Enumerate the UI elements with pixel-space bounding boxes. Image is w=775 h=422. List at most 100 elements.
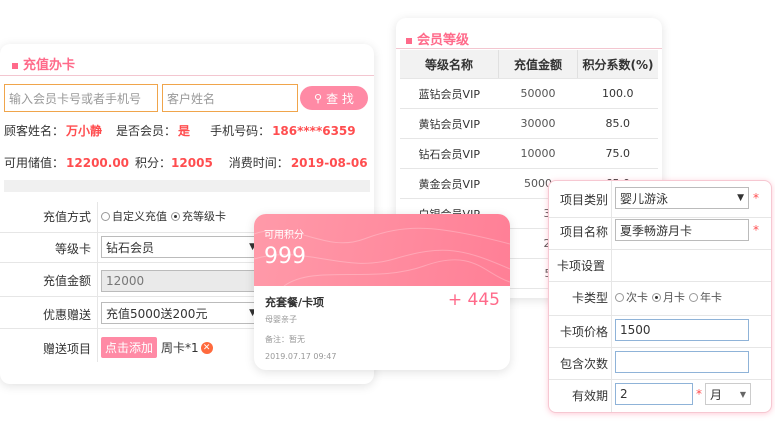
levels-panel-header: 会员等级 [406, 29, 469, 48]
category-select[interactable]: 婴儿游泳 ▼ [615, 187, 749, 209]
is-member-label: 是否会员： [116, 124, 177, 138]
card-type-option-year: 年卡 [700, 291, 722, 304]
category-select-value: 婴儿游泳 [620, 191, 669, 206]
points-item-time: 2019.07.17 09:47 [265, 352, 337, 361]
balance-value: 12200.00 [66, 155, 130, 170]
header-dot-icon [406, 37, 412, 44]
form-line [549, 347, 771, 348]
points-item-title: 充套餐/卡项 [265, 296, 325, 309]
search-button-label: 查 找 [326, 91, 354, 106]
column-header: 积分系数(%) [577, 50, 658, 79]
customer-info-row: 顾客姓名： 万小静 是否会员： 是 手机号码： 186****6359 [4, 122, 356, 139]
validity-label: 有效期 [571, 389, 608, 403]
customer-name-label: 顾客姓名： [4, 124, 65, 138]
method-radio-custom[interactable] [101, 211, 110, 221]
level-ratio-cell: 75.0 [577, 138, 658, 169]
levels-title: 会员等级 [417, 33, 470, 48]
is-member-value: 是 [178, 124, 191, 138]
points-card[interactable]: 可用积分 999 充套餐/卡项 + 445 母婴亲子 备注：暂无 2019.07… [254, 214, 510, 370]
level-amount-cell: 10000 [498, 138, 578, 169]
level-ratio-cell: 85.0 [577, 108, 658, 139]
level-name-cell: 黄钻会员VIP [400, 108, 499, 139]
card-type-radio-month[interactable] [652, 292, 661, 302]
method-radio-level[interactable] [171, 211, 180, 221]
item-name-label: 项目名称 [559, 225, 608, 239]
required-mark: * [753, 223, 759, 237]
points-item-subtitle: 母婴亲子 [265, 315, 297, 324]
search-button[interactable]: ⚲ 查 找 [300, 86, 368, 110]
card-price-label: 卡项价格 [559, 325, 608, 339]
form-column-divider [611, 181, 612, 412]
table-row[interactable]: 钻石会员VIP 10000 75.0 [400, 138, 658, 169]
item-name-input[interactable]: 夏季畅游月卡 [615, 219, 749, 241]
item-form-panel: 项目类别 婴儿游泳 ▼ * 项目名称 夏季畅游月卡 * 卡项设置 卡类型 次卡 月… [548, 180, 772, 413]
gift-select[interactable]: 充值5000送200元 ▼ [101, 302, 261, 324]
form-line [549, 281, 771, 282]
card-settings-section: 卡项设置 [557, 259, 606, 273]
required-mark: * [696, 387, 702, 401]
count-label: 包含次数 [559, 357, 608, 371]
bonus-item: 周卡*1 [161, 341, 199, 355]
level-amount-cell: 50000 [498, 78, 578, 109]
remove-bonus-icon[interactable]: ✕ [200, 341, 213, 354]
last-visit-value: 2019-08-06 [290, 155, 368, 170]
form-line [549, 315, 771, 316]
gift-label: 优惠赠送 [42, 308, 91, 322]
member-search-input[interactable]: 输入会员卡号或者手机号 [4, 84, 158, 112]
header-divider [396, 48, 662, 49]
points-card-value: 999 [264, 244, 306, 269]
method-option-level: 充等级卡 [182, 210, 226, 223]
card-type-option-count: 次卡 [626, 291, 648, 304]
search-icon: ⚲ [314, 91, 323, 105]
gift-select-value: 充值5000送200元 [106, 306, 208, 321]
add-bonus-button[interactable]: 点击添加 [101, 337, 158, 358]
required-mark: * [753, 191, 759, 205]
method-label: 充值方式 [42, 210, 91, 224]
levels-table-header: 等级名称 充值金额 积分系数(%) [400, 50, 658, 79]
level-name-cell: 蓝钻会员VIP [400, 78, 499, 109]
level-select-value: 钻石会员 [106, 240, 155, 255]
customer-name-input[interactable]: 客户姓名 [162, 84, 298, 112]
balance-label: 可用储值： [4, 156, 65, 170]
level-label: 等级卡 [54, 242, 91, 256]
card-type-option-month: 月卡 [663, 291, 685, 304]
level-amount-cell: 30000 [498, 108, 578, 139]
header-divider [0, 75, 374, 76]
recharge-title: 充值办卡 [23, 58, 76, 73]
phone-label: 手机号码： [210, 124, 271, 138]
balance-info-row: 可用储值： 12200.00 积分： 12005 消费时间： 2019-08-0… [4, 154, 368, 171]
table-row[interactable]: 黄钻会员VIP 30000 85.0 [400, 108, 658, 139]
validity-unit-select[interactable]: 月 ▼ [705, 383, 751, 405]
card-type-radio-count[interactable] [615, 292, 624, 302]
count-input[interactable] [615, 351, 749, 373]
dropdown-arrow-icon: ▼ [739, 389, 746, 399]
level-name-cell: 钻石会员VIP [400, 138, 499, 169]
table-row[interactable]: 蓝钻会员VIP 50000 100.0 [400, 78, 658, 109]
points-card-label: 可用积分 [264, 230, 304, 241]
column-header: 等级名称 [400, 50, 499, 79]
recharge-panel-header: 充值办卡 [12, 54, 75, 73]
header-dot-icon [12, 62, 18, 69]
level-select[interactable]: 钻石会员 ▼ [101, 236, 261, 258]
level-ratio-cell: 100.0 [577, 78, 658, 109]
card-type-label: 卡类型 [571, 291, 608, 305]
points-item-note: 备注：暂无 [265, 335, 305, 344]
level-name-cell: 黄金会员VIP [400, 168, 499, 199]
column-header: 充值金额 [498, 50, 578, 79]
form-line [549, 379, 771, 380]
customer-name-value: 万小静 [66, 124, 103, 138]
category-label: 项目类别 [559, 193, 608, 207]
form-line [549, 249, 771, 250]
points-label: 积分： [135, 156, 172, 170]
card-price-input[interactable]: 1500 [615, 319, 749, 341]
last-visit-label: 消费时间： [228, 156, 289, 170]
points-card-banner: 可用积分 999 [254, 214, 510, 286]
card-type-radio-year[interactable] [689, 292, 698, 302]
validity-unit-value: 月 [710, 387, 723, 402]
bonus-label: 赠送项目 [42, 342, 91, 356]
amount-input[interactable]: 12000 [101, 270, 261, 292]
validity-input[interactable]: 2 [615, 383, 693, 405]
phone-value: 186****6359 [272, 123, 356, 138]
method-option-custom: 自定义充值 [112, 210, 167, 223]
points-value: 12005 [171, 155, 213, 170]
